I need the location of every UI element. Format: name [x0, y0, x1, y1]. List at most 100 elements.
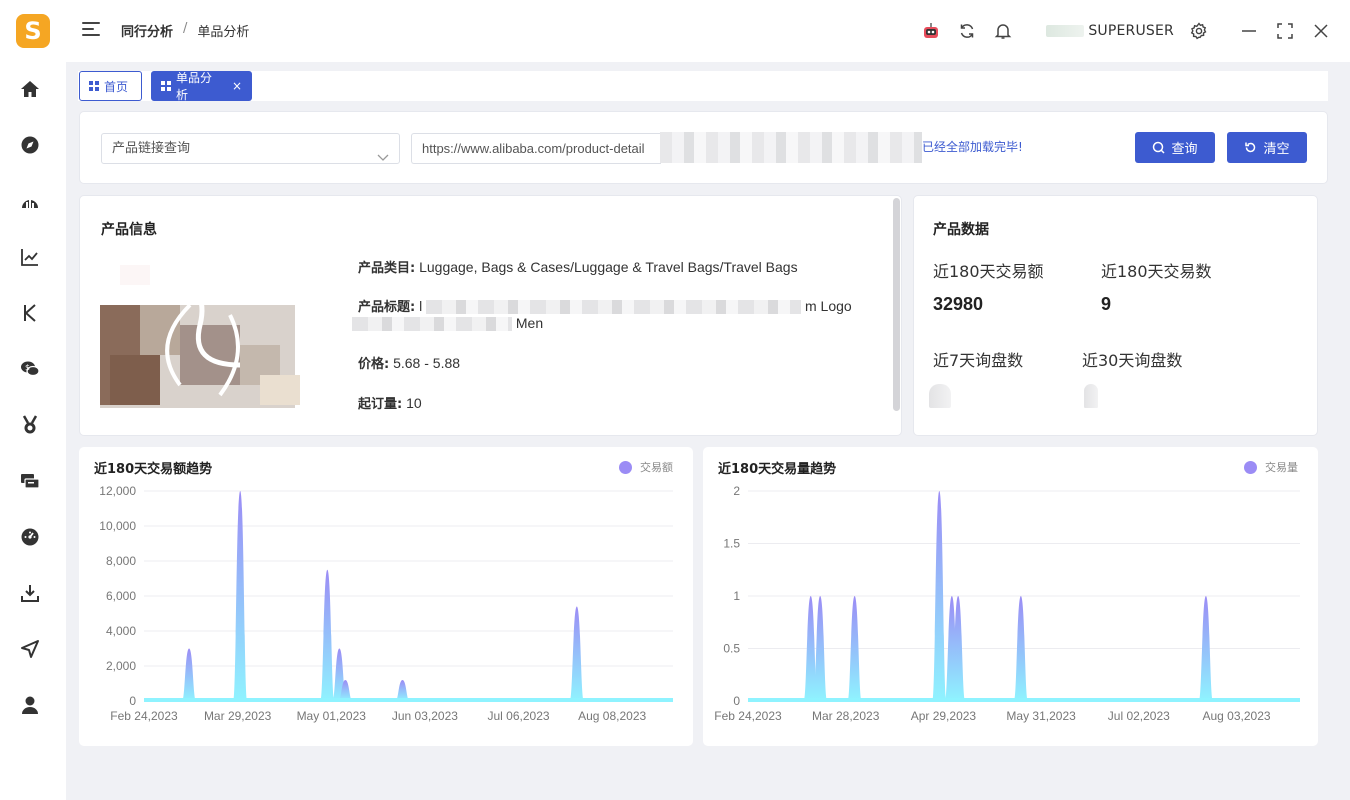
cards-icon[interactable] [18, 469, 42, 493]
price-row: 价格: 5.68 - 5.88 [358, 353, 460, 372]
product-title-label: 产品标题: [358, 300, 416, 315]
load-status-message: 已经全部加载完毕! [922, 140, 1023, 154]
download-icon[interactable] [18, 581, 42, 605]
bell-icon[interactable] [992, 20, 1014, 42]
x-tick-label: Jul 06,2023 [488, 709, 550, 723]
inquiries-7-label: 近7天询盘数 [933, 351, 1024, 370]
product-data-card: 产品数据 近180天交易额 近180天交易数 32980 9 近7天询盘数 近3… [913, 195, 1318, 436]
y-tick-label: 4,000 [106, 624, 136, 638]
category-row: 产品类目: Luggage, Bags & Cases/Luggage & Tr… [358, 257, 798, 276]
product-title-row-2: Men [352, 315, 544, 332]
product-data-title: 产品数据 [933, 222, 989, 238]
redacted-inquiries-7 [929, 384, 951, 408]
series-baseline [748, 698, 1300, 702]
moq-value: 10 [406, 395, 422, 411]
breadcrumb: 同行分析 / 单品分析 [121, 21, 249, 40]
product-title-end: m Logo [805, 298, 852, 314]
breadcrumb-separator: / [183, 21, 188, 36]
price-value: 5.68 - 5.88 [393, 355, 461, 371]
redacted-url [660, 132, 922, 163]
y-tick-label: 2 [733, 484, 740, 498]
x-tick-label: May 01,2023 [297, 709, 367, 723]
gmv-180-value: 32980 [933, 294, 984, 314]
close-icon[interactable] [1310, 20, 1332, 42]
product-image [90, 245, 305, 408]
volume-trend-card: 近180天交易量趋势 交易量 0 0.5 1 1.5 2 Feb 24,2023 Mar 2… [703, 447, 1318, 746]
window-controls [1238, 20, 1332, 42]
menu-toggle-icon[interactable] [82, 22, 100, 38]
search-icon [1153, 141, 1166, 154]
y-tick-label: 0 [733, 694, 740, 708]
x-tick-label: Feb 24,2023 [110, 709, 178, 723]
data-spike [395, 680, 410, 701]
compass-icon[interactable] [18, 133, 42, 157]
data-spike [182, 648, 197, 701]
y-tick-label: 12,000 [99, 484, 136, 498]
y-tick-label: 6,000 [106, 589, 136, 603]
home-icon[interactable] [18, 77, 42, 101]
query-type-value: 产品链接查询 [112, 141, 191, 156]
chat-icon[interactable]: $ [18, 357, 42, 381]
top-right-toolbar: SUPERUSER [920, 16, 1332, 46]
letter-k-icon[interactable] [18, 301, 42, 325]
product-title-end-2: Men [515, 315, 544, 331]
robot-icon[interactable] [920, 20, 942, 42]
avatar [1046, 25, 1085, 37]
y-tick-label: 0 [129, 694, 136, 708]
x-tick-label: Jun 03,2023 [392, 709, 458, 723]
username: SUPERUSER [1088, 23, 1174, 39]
tab-close-icon[interactable]: × [232, 79, 242, 93]
price-label: 价格: [358, 357, 390, 372]
query-type-select[interactable]: 产品链接查询 [101, 133, 400, 164]
gear-icon[interactable] [1188, 20, 1210, 42]
query-button[interactable]: 查询 [1135, 132, 1215, 163]
refresh-icon[interactable] [956, 20, 978, 42]
clear-button[interactable]: 清空 [1227, 132, 1307, 163]
chevron-down-icon [377, 144, 389, 173]
app-logo[interactable]: S [16, 14, 50, 48]
gmv-180-label: 近180天交易额 [933, 262, 1044, 281]
tab-single-product[interactable]: 单品分析 × [151, 71, 252, 102]
send-icon[interactable] [18, 637, 42, 661]
line-chart-icon[interactable] [18, 245, 42, 269]
volume-trend-chart: 0 0.5 1 1.5 2 Feb 24,2023 Mar 28,2023 Apr 29,20… [714, 484, 1300, 723]
y-tick-label: 10,000 [99, 519, 136, 533]
redacted-title-2 [352, 317, 512, 332]
moq-label: 起订量: [358, 397, 403, 412]
maximize-icon[interactable] [1274, 20, 1296, 42]
breadcrumb-parent[interactable]: 同行分析 [121, 21, 173, 40]
sidebar: $ [0, 62, 66, 800]
user-icon[interactable] [18, 693, 42, 717]
tab-home-label: 首页 [104, 79, 129, 94]
x-tick-label: Mar 28,2023 [812, 709, 880, 723]
product-info-title: 产品信息 [101, 222, 157, 238]
series-baseline [144, 698, 673, 702]
tab-home[interactable]: 首页 [79, 71, 142, 101]
orders-180-label: 近180天交易数 [1101, 262, 1212, 281]
redacted-title [426, 300, 802, 315]
user-menu[interactable]: SUPERUSER [1046, 23, 1174, 39]
tab-bar: 首页 单品分析 × [78, 71, 1328, 102]
redacted-inquiries-30 [1084, 384, 1098, 408]
breadcrumb-current: 单品分析 [197, 25, 250, 40]
moq-row: 起订量: 10 [358, 393, 422, 412]
inquiries-30-label: 近30天询盘数 [1082, 351, 1183, 370]
x-tick-label: Feb 24,2023 [714, 709, 782, 723]
orders-180-value: 9 [1101, 294, 1112, 314]
x-tick-label: Apr 29,2023 [911, 709, 977, 723]
x-tick-label: Aug 03,2023 [1202, 709, 1270, 723]
gmv-trend-card: 近180天交易额趋势 交易额 0 2,000 4,000 6,000 8,000 10,0… [79, 447, 693, 746]
medal-icon[interactable] [18, 413, 42, 437]
tab-single-product-label: 单品分析 [176, 71, 213, 102]
url-input[interactable]: https://www.alibaba.com/product-detail [411, 133, 661, 164]
reset-icon [1245, 142, 1256, 153]
minimize-icon[interactable] [1238, 20, 1260, 42]
product-title-row: 产品标题: l m Logo [358, 296, 852, 315]
x-tick-label: Mar 29,2023 [204, 709, 272, 723]
dashboard-icon[interactable] [18, 525, 42, 549]
top-bar: S 同行分析 / 单品分析 SUPERUSER [0, 0, 1350, 62]
scrollbar[interactable] [893, 198, 900, 411]
y-tick-label: 1 [733, 589, 740, 603]
pie-signal-icon[interactable] [18, 189, 42, 213]
y-tick-label: 0.5 [723, 642, 740, 656]
